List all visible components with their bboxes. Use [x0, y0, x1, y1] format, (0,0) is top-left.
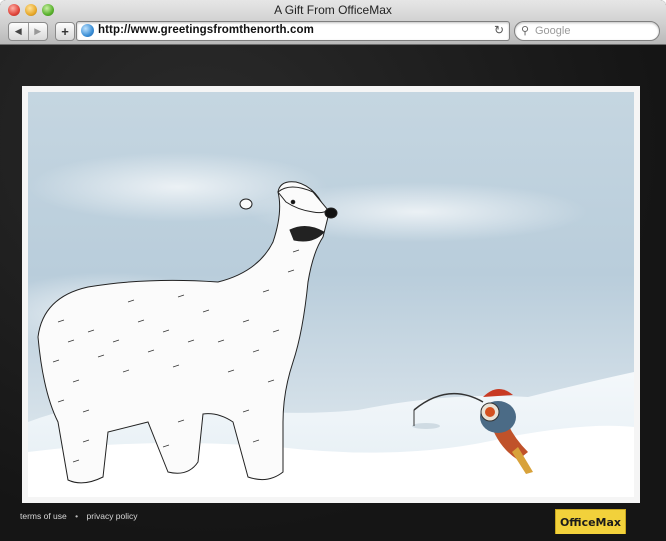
- back-arrow-icon: ◀: [14, 26, 22, 36]
- illustration-frame: [22, 86, 640, 503]
- forward-arrow-icon: ▶: [34, 26, 42, 36]
- ice-hole: [412, 423, 440, 429]
- bear-nose: [324, 207, 338, 219]
- search-input[interactable]: [535, 23, 653, 38]
- fisherman-iris: [485, 407, 495, 417]
- officemax-logo-button[interactable]: OfficeMax: [555, 509, 626, 534]
- back-button[interactable]: ◀: [9, 23, 28, 40]
- terms-of-use-link[interactable]: terms of use: [20, 511, 67, 521]
- search-icon: ⚲: [521, 25, 530, 37]
- reload-icon[interactable]: ↻: [494, 23, 504, 37]
- search-bar[interactable]: ⚲: [514, 21, 660, 41]
- address-bar[interactable]: http://www.greetingsfromthenorth.com ↻: [76, 21, 510, 41]
- window-title: A Gift From OfficeMax: [274, 3, 392, 17]
- footer-separator: •: [75, 511, 79, 521]
- url-text[interactable]: http://www.greetingsfromthenorth.com: [98, 24, 314, 36]
- nav-button-group: ◀ ▶: [8, 22, 48, 41]
- polar-scene[interactable]: [28, 92, 634, 497]
- globe-icon: [81, 24, 94, 37]
- fisherman-hat: [483, 388, 513, 397]
- bear-eye: [290, 199, 296, 205]
- add-bookmark-button[interactable]: +: [55, 22, 75, 41]
- browser-chrome: A Gift From OfficeMax ◀ ▶ + http://www.g…: [0, 0, 666, 45]
- footer-links: terms of use • privacy policy: [20, 511, 144, 521]
- browser-window: A Gift From OfficeMax ◀ ▶ + http://www.g…: [0, 0, 666, 541]
- privacy-policy-link[interactable]: privacy policy: [87, 511, 138, 521]
- bear-ear: [239, 198, 253, 210]
- scene-illustration: [28, 152, 634, 497]
- forward-button[interactable]: ▶: [27, 23, 48, 40]
- page-content: terms of use • privacy policy OfficeMax: [0, 45, 666, 541]
